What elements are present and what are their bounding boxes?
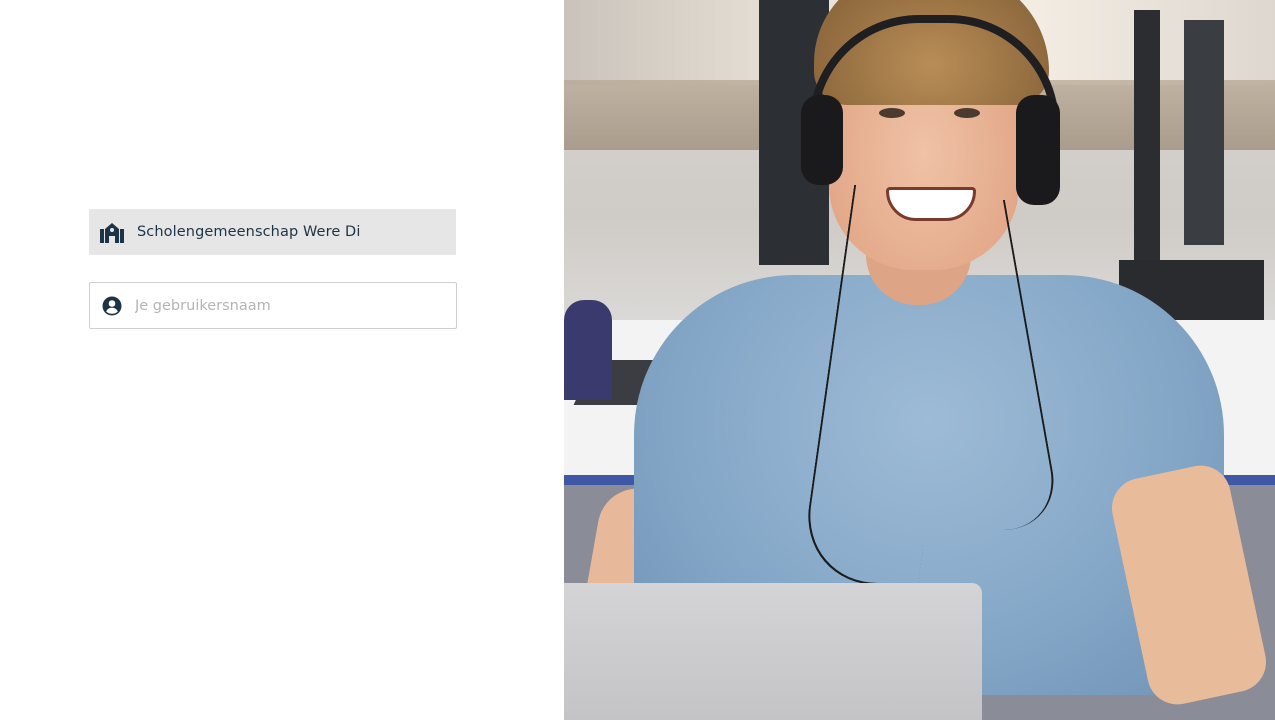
user-circle-icon [102,296,122,316]
username-field[interactable] [89,282,457,329]
school-name: Scholengemeenschap Were Di [137,224,361,240]
school-selector[interactable]: Scholengemeenschap Were Di [89,209,456,255]
username-input[interactable] [135,290,445,321]
hero-photo [564,0,1275,720]
login-panel: Scholengemeenschap Were Di [0,0,564,720]
school-building-icon [100,220,124,244]
